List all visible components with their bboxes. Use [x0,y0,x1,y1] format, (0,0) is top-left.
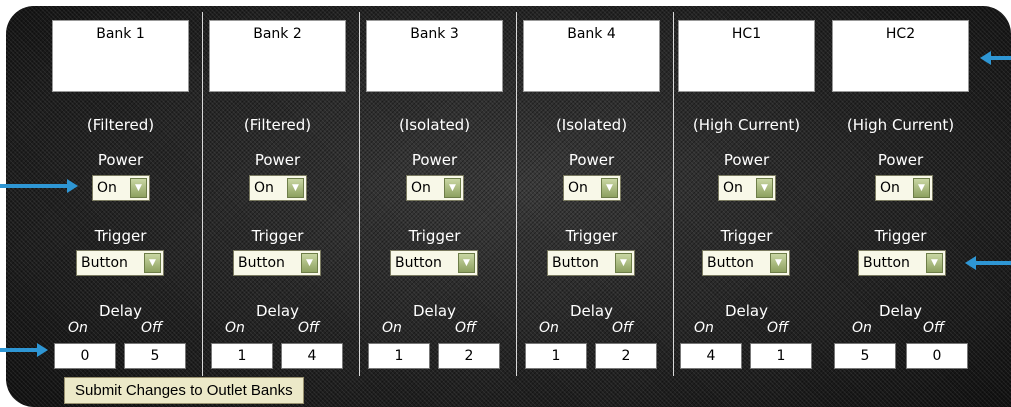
arrow-right-icon [0,179,78,193]
bank-column-1: Bank 1 (Filtered) Power On ▼ Trigger Butt… [52,0,207,407]
bank-name: HC2 [832,20,969,92]
delay-off-label: Off [455,320,477,336]
power-select[interactable]: On ▼ [563,175,621,201]
bank-type: (Filtered) [243,116,312,134]
power-select[interactable]: On ▼ [875,175,933,201]
bank-name: Bank 4 [523,20,660,92]
chevron-down-icon: ▼ [926,253,943,273]
trigger-label: Trigger [408,227,461,245]
delay-on-input[interactable]: 4 [680,343,742,369]
chevron-down-icon: ▼ [287,178,304,198]
bank-column-3: Bank 3 (Isolated) Power On ▼ Trigger Butt… [366,0,521,407]
trigger-select[interactable]: Button ▼ [547,250,635,276]
trigger-label: Trigger [565,227,618,245]
trigger-select[interactable]: Button ▼ [233,250,321,276]
trigger-label: Trigger [874,227,927,245]
trigger-select[interactable]: Button ▼ [390,250,478,276]
delay-on-input[interactable]: 1 [211,343,273,369]
chevron-down-icon: ▼ [444,178,461,198]
bank-type: (High Current) [846,116,955,134]
bank-column-hc1: HC1 (High Current) Power On ▼ Trigger But… [678,0,833,407]
trigger-select[interactable]: Button ▼ [76,250,164,276]
trigger-select[interactable]: Button ▼ [858,250,946,276]
power-label: Power [254,151,301,169]
chevron-down-icon: ▼ [144,253,161,273]
delay-on-input[interactable]: 1 [368,343,430,369]
delay-label: Delay [569,302,613,320]
bank-column-4: Bank 4 (Isolated) Power On ▼ Trigger Butt… [523,0,678,407]
delay-on-label: On [694,320,714,336]
power-select[interactable]: On ▼ [718,175,776,201]
delay-on-label: On [539,320,559,336]
arrow-left-icon [965,256,1011,270]
delay-off-input[interactable]: 5 [124,343,186,369]
arrow-right-icon [0,343,48,357]
trigger-select[interactable]: Button ▼ [702,250,790,276]
delay-label: Delay [724,302,768,320]
power-select[interactable]: On ▼ [249,175,307,201]
delay-off-label: Off [298,320,320,336]
power-label: Power [723,151,770,169]
trigger-label: Trigger [94,227,147,245]
trigger-label: Trigger [251,227,304,245]
delay-on-label: On [382,320,402,336]
power-label: Power [568,151,615,169]
delay-off-input[interactable]: 1 [750,343,812,369]
bank-name: Bank 3 [366,20,503,92]
delay-on-label: On [68,320,88,336]
chevron-down-icon: ▼ [913,178,930,198]
delay-label: Delay [255,302,299,320]
delay-on-input[interactable]: 1 [525,343,587,369]
bank-type: (High Current) [692,116,801,134]
chevron-down-icon: ▼ [458,253,475,273]
bank-type: (Isolated) [398,116,471,134]
bank-column-2: Bank 2 (Filtered) Power On ▼ Trigger Butt… [209,0,364,407]
delay-off-input[interactable]: 4 [281,343,343,369]
bank-name: Bank 2 [209,20,346,92]
delay-on-label: On [225,320,245,336]
delay-on-input[interactable]: 5 [834,343,896,369]
delay-label: Delay [98,302,142,320]
bank-name: HC1 [678,20,815,92]
chevron-down-icon: ▼ [770,253,787,273]
delay-on-label: On [852,320,872,336]
delay-on-input[interactable]: 0 [54,343,116,369]
bank-type: (Isolated) [555,116,628,134]
power-select[interactable]: On ▼ [92,175,150,201]
chevron-down-icon: ▼ [756,178,773,198]
chevron-down-icon: ▼ [130,178,147,198]
chevron-down-icon: ▼ [601,178,618,198]
trigger-label: Trigger [720,227,773,245]
power-label: Power [877,151,924,169]
delay-off-input[interactable]: 0 [906,343,968,369]
submit-changes-button[interactable]: Submit Changes to Outlet Banks [64,377,304,404]
delay-off-input[interactable]: 2 [438,343,500,369]
delay-off-label: Off [141,320,163,336]
bank-column-hc2: HC2 (High Current) Power On ▼ Trigger But… [832,0,987,407]
delay-off-label: Off [612,320,634,336]
delay-off-label: Off [923,320,945,336]
delay-off-input[interactable]: 2 [595,343,657,369]
bank-name: Bank 1 [52,20,189,92]
power-select[interactable]: On ▼ [406,175,464,201]
power-label: Power [97,151,144,169]
power-label: Power [411,151,458,169]
chevron-down-icon: ▼ [301,253,318,273]
bank-type: (Filtered) [86,116,155,134]
arrow-left-icon [980,51,1011,65]
delay-label: Delay [412,302,456,320]
delay-label: Delay [878,302,922,320]
chevron-down-icon: ▼ [615,253,632,273]
delay-off-label: Off [767,320,789,336]
